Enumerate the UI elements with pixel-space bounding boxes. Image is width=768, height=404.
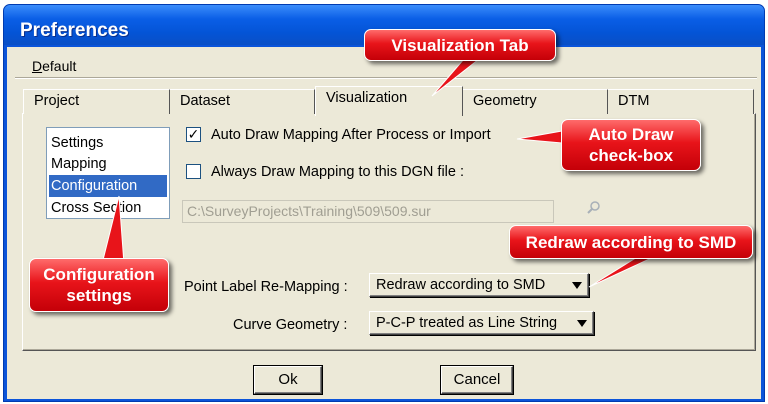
auto-draw-checkbox[interactable]: ✓ [186,127,201,142]
callout-visualization-tab-text: Visualization Tab [391,35,529,55]
category-listbox[interactable]: Settings Mapping Configuration Cross Sec… [46,127,170,219]
dgn-path-field[interactable]: C:\SurveyProjects\Training\509\509.sur [182,200,554,223]
curve-geometry-value: P-C-P treated as Line String [376,315,558,331]
callout-redraw-smd: Redraw according to SMD [509,225,753,259]
window-title: Preferences [20,20,129,41]
tab-dataset[interactable]: Dataset [170,89,315,114]
callout-auto-draw-line1: Auto Draw [588,125,674,144]
list-item-cross-section[interactable]: Cross Section [49,197,167,219]
ok-button-label: Ok [278,371,298,388]
callout-auto-draw: Auto Draw check-box [561,119,701,171]
cancel-button[interactable]: Cancel [441,366,513,394]
point-label-remapping-label: Point Label Re-Mapping : [184,279,348,295]
point-label-remapping-select[interactable]: Redraw according to SMD [369,273,589,297]
list-item-configuration[interactable]: Configuration [49,175,167,197]
menu-separator [15,77,757,79]
callout-redraw-smd-text: Redraw according to SMD [525,232,737,252]
tab-geometry[interactable]: Geometry [463,89,608,114]
list-item-settings[interactable]: Settings [49,132,167,154]
callout-configuration-line2: settings [66,286,132,305]
magnifier-icon[interactable] [584,200,604,220]
callout-configuration-line1: Configuration [43,265,155,284]
triangle-down-icon [572,282,582,289]
tab-project[interactable]: Project [23,89,170,114]
point-label-remapping-value: Redraw according to SMD [376,277,546,293]
list-item-mapping[interactable]: Mapping [49,153,167,175]
auto-draw-label: Auto Draw Mapping After Process or Impor… [211,127,491,143]
always-draw-checkbox[interactable] [186,164,201,179]
curve-geometry-select[interactable]: P-C-P treated as Line String [369,311,594,335]
ok-button[interactable]: Ok [254,366,322,394]
menu-default[interactable]: Default [32,57,76,75]
callout-configuration: Configuration settings [29,258,169,312]
triangle-down-icon [577,320,587,327]
callout-visualization-tab: Visualization Tab [364,29,556,61]
tab-visualization[interactable]: Visualization [315,86,463,116]
callout-auto-draw-line2: check-box [588,146,674,165]
tab-dtm[interactable]: DTM [608,89,754,114]
always-draw-label: Always Draw Mapping to this DGN file : [211,164,465,180]
cancel-button-label: Cancel [453,371,501,388]
curve-geometry-label: Curve Geometry : [233,317,348,333]
